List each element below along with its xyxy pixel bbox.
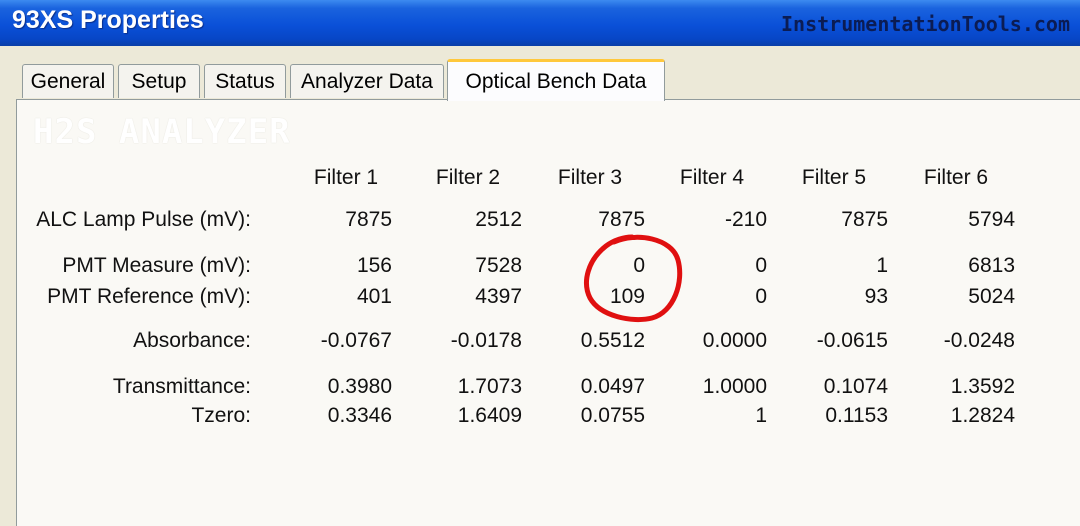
value-cell: 7875 bbox=[598, 208, 645, 231]
value-cell: 7875 bbox=[841, 208, 888, 231]
value-cell: 1.6409 bbox=[457, 404, 522, 427]
tab-analyzer-data[interactable]: Analyzer Data bbox=[290, 64, 444, 98]
tab-status-label: Status bbox=[215, 69, 275, 93]
value-cell: 1 bbox=[755, 404, 767, 427]
tab-general[interactable]: General bbox=[22, 64, 114, 98]
value-cell: -0.0767 bbox=[320, 329, 392, 352]
value-cell: -0.0248 bbox=[943, 329, 1015, 352]
value-cell: 6813 bbox=[968, 254, 1015, 277]
tab-status[interactable]: Status bbox=[204, 64, 286, 98]
row-label-pmt-measure: PMT Measure (mV): bbox=[62, 254, 251, 277]
row-label-transmittance: Transmittance: bbox=[112, 375, 251, 398]
value-cell: 4397 bbox=[475, 285, 522, 308]
value-cell: 93 bbox=[864, 285, 888, 308]
window-title: 93XS Properties bbox=[12, 6, 204, 34]
value-cell: 0.0000 bbox=[702, 329, 767, 352]
value-cell: -210 bbox=[724, 208, 767, 231]
value-cell: 7875 bbox=[345, 208, 392, 231]
value-cell: 0 bbox=[755, 254, 767, 277]
tab-optical-bench-data[interactable]: Optical Bench Data bbox=[447, 59, 665, 101]
column-header-filter-4: Filter 4 bbox=[679, 166, 745, 189]
tab-general-label: General bbox=[30, 69, 106, 93]
value-cell: 2512 bbox=[475, 208, 522, 231]
value-cell: 0 bbox=[755, 285, 767, 308]
value-cell: 0.3346 bbox=[327, 404, 392, 427]
column-header-filter-3: Filter 3 bbox=[557, 166, 623, 189]
tab-optical-bench-data-label: Optical Bench Data bbox=[465, 69, 647, 93]
value-cell: 0.3980 bbox=[327, 375, 392, 398]
value-cell: 0.1074 bbox=[823, 375, 888, 398]
column-header-filter-6: Filter 6 bbox=[923, 166, 989, 189]
column-header-filter-2: Filter 2 bbox=[435, 166, 501, 189]
tab-setup[interactable]: Setup bbox=[118, 64, 200, 98]
value-cell: 5794 bbox=[968, 208, 1015, 231]
value-cell: 1.2824 bbox=[950, 404, 1015, 427]
window-titlebar[interactable]: 93XS Properties InstrumentationTools.com bbox=[0, 0, 1080, 46]
value-cell: 109 bbox=[609, 285, 645, 308]
value-cell: 1.3592 bbox=[950, 375, 1015, 398]
value-cell: 0.1153 bbox=[825, 404, 888, 427]
row-label-pmt-reference: PMT Reference (mV): bbox=[47, 285, 251, 308]
row-label-alc-lamp-pulse: ALC Lamp Pulse (mV): bbox=[36, 208, 251, 231]
value-cell: 0.0755 bbox=[580, 404, 645, 427]
value-cell: 7528 bbox=[475, 254, 522, 277]
value-cell: 0.0497 bbox=[580, 375, 645, 398]
row-label-absorbance: Absorbance: bbox=[133, 329, 251, 352]
watermark: InstrumentationTools.com bbox=[781, 12, 1070, 36]
value-cell: 1.7073 bbox=[457, 375, 522, 398]
analyzer-heading: H2S ANALYZER bbox=[33, 112, 291, 152]
value-cell: 156 bbox=[356, 254, 392, 277]
tab-setup-label: Setup bbox=[131, 69, 187, 93]
row-label-tzero: Tzero: bbox=[191, 404, 251, 427]
value-cell: 5024 bbox=[968, 285, 1015, 308]
value-cell: -0.0615 bbox=[816, 329, 888, 352]
optical-bench-panel bbox=[16, 99, 1080, 526]
value-cell: 1.0000 bbox=[702, 375, 767, 398]
value-cell: 401 bbox=[356, 285, 392, 308]
value-cell: 1 bbox=[876, 254, 888, 277]
column-header-filter-5: Filter 5 bbox=[801, 166, 867, 189]
tab-analyzer-data-label: Analyzer Data bbox=[301, 69, 433, 93]
value-cell: -0.0178 bbox=[450, 329, 522, 352]
value-cell: 0.5512 bbox=[580, 329, 645, 352]
value-cell: 0 bbox=[633, 254, 645, 277]
column-header-filter-1: Filter 1 bbox=[313, 166, 379, 189]
